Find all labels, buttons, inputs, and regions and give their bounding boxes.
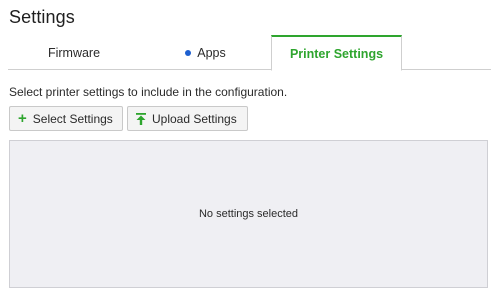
empty-state-message: No settings selected [198, 208, 299, 220]
notification-dot-icon [185, 49, 192, 56]
tab-apps-label: Apps [197, 45, 226, 60]
tab-bar: Firmware Apps Printer Settings [8, 35, 491, 71]
select-settings-button[interactable]: + Select Settings [9, 106, 123, 131]
settings-list-panel: No settings selected [9, 140, 488, 288]
tab-firmware[interactable]: Firmware [8, 35, 140, 70]
select-settings-label: Select Settings [32, 111, 113, 126]
tab-printer-settings-label: Printer Settings [289, 46, 384, 61]
plus-icon: + [18, 110, 27, 127]
description-text: Select printer settings to include in th… [9, 85, 288, 99]
upload-settings-label: Upload Settings [152, 111, 237, 126]
upload-settings-button[interactable]: Upload Settings [127, 106, 248, 131]
tab-apps[interactable]: Apps [140, 35, 271, 70]
upload-icon [136, 112, 146, 125]
page-title: Settings [9, 7, 75, 27]
tab-firmware-label: Firmware [47, 45, 101, 60]
tab-printer-settings[interactable]: Printer Settings [271, 35, 402, 71]
settings-page: Settings Firmware Apps Printer Settings … [0, 0, 500, 297]
